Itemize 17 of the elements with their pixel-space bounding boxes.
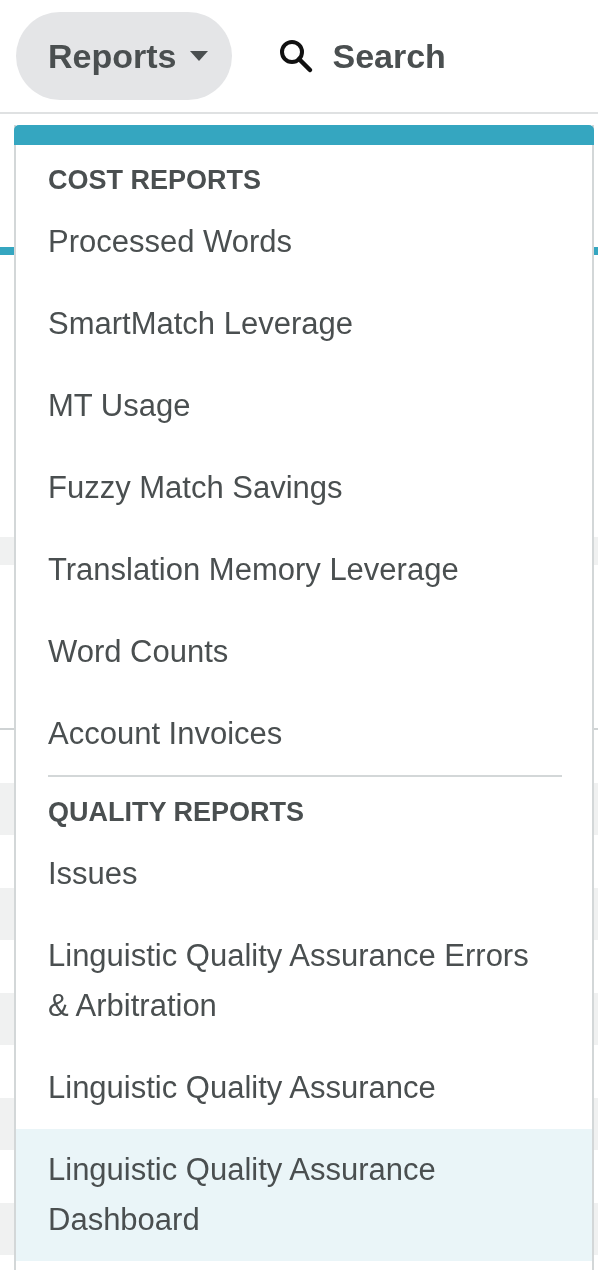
section-heading: COST REPORTS (48, 164, 262, 197)
menu-item[interactable]: Linguistic Quality Assurance Dashboard (16, 1129, 592, 1261)
menu-item[interactable]: Account Invoices (16, 693, 592, 775)
section-heading: QUALITY REPORTS (48, 796, 305, 829)
menu-item[interactable]: Word Counts (16, 611, 592, 693)
menu-item[interactable]: MT Usage (16, 365, 592, 447)
menu-item[interactable]: Translation Memory Leverage (16, 529, 592, 611)
menu-item[interactable]: Linguistic Quality Assurance (16, 1047, 592, 1129)
caret-icon (190, 51, 209, 61)
reports-button[interactable]: Reports (16, 12, 233, 100)
menu-item[interactable]: Fuzzy Match Savings (16, 447, 592, 529)
menu-item[interactable]: SmartMatch Leverage (16, 283, 592, 365)
menu-item[interactable]: Linguistic Quality Assurance Errors & Arbitration (16, 915, 592, 1047)
search-link[interactable]: Search (278, 36, 446, 76)
menu-item[interactable]: Processed Words (16, 201, 592, 283)
search-icon (278, 38, 315, 74)
menu-item[interactable]: Issues (16, 833, 592, 915)
